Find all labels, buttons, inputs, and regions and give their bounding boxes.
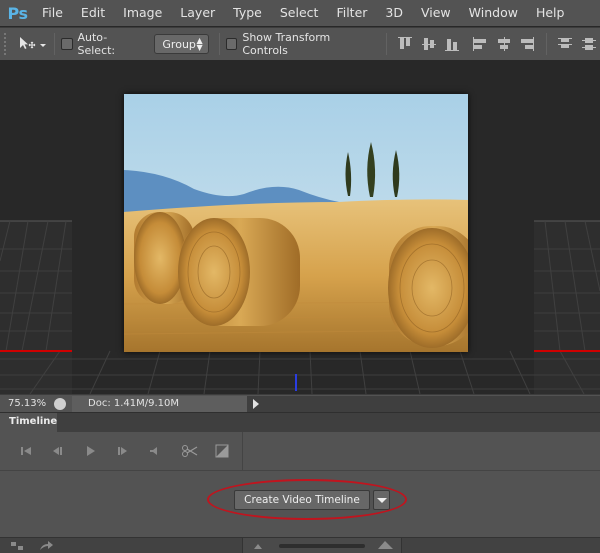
panel-grip[interactable] <box>4 33 10 55</box>
status-menu-arrow-icon[interactable] <box>253 398 259 409</box>
menu-window[interactable]: Window <box>460 0 527 26</box>
go-to-first-frame-icon[interactable] <box>10 441 42 461</box>
auto-select-value: Group <box>162 37 196 51</box>
render-video-arrow-icon[interactable] <box>38 540 54 552</box>
distribute-top-edges-icon[interactable] <box>556 35 573 53</box>
menu-view[interactable]: View <box>412 0 460 26</box>
menu-help[interactable]: Help <box>527 0 574 26</box>
timeline-zoom-control[interactable] <box>242 538 402 553</box>
move-tool-preset-icon[interactable] <box>16 33 48 55</box>
align-vertical-centers-icon[interactable] <box>420 35 437 53</box>
timeline-track-area-header <box>242 432 600 470</box>
previous-frame-icon[interactable] <box>42 441 74 461</box>
play-icon[interactable] <box>74 441 106 461</box>
distribute-vertical-centers-icon[interactable] <box>580 35 597 53</box>
timeline-footer <box>0 537 600 553</box>
options-bar: Auto-Select: Group ▲ ▼ Show Transform Con… <box>0 27 600 60</box>
red-highlight-annotation <box>207 479 407 520</box>
next-frame-icon[interactable] <box>106 441 138 461</box>
zoom-in-mountain-icon[interactable] <box>377 540 395 550</box>
photoshop-logo: Ps <box>7 3 28 23</box>
show-transform-checkbox[interactable] <box>225 38 238 50</box>
convert-to-frame-animation-icon[interactable] <box>10 540 24 552</box>
auto-select-label: Auto-Select: <box>77 31 116 57</box>
auto-select-dropdown[interactable]: Group ▲ ▼ <box>154 34 209 54</box>
timeline-tab-strip: Timeline <box>0 413 600 432</box>
menu-file[interactable]: File <box>33 0 72 26</box>
menu-edit[interactable]: Edit <box>72 0 114 26</box>
align-right-edges-icon[interactable] <box>518 35 535 53</box>
document-status-bar: 75.13% Doc: 1.41M/9.10M <box>0 394 600 412</box>
dropdown-arrows-icon: ▲ ▼ <box>196 36 203 52</box>
toolbar-separator <box>53 33 55 55</box>
tab-timeline[interactable]: Timeline <box>0 413 57 432</box>
timeline-divider <box>0 470 600 471</box>
zoom-out-mountain-icon[interactable] <box>253 542 265 550</box>
menu-image[interactable]: Image <box>114 0 171 26</box>
status-bar-menu[interactable] <box>247 395 600 412</box>
document-image-hay-bales[interactable] <box>124 94 468 352</box>
zoom-menu-icon[interactable] <box>54 397 66 410</box>
split-at-playhead-scissors-icon[interactable] <box>174 441 206 461</box>
zoom-level-field[interactable]: 75.13% <box>0 396 48 412</box>
audio-icon[interactable] <box>138 441 170 461</box>
align-bottom-edges-icon[interactable] <box>443 35 460 53</box>
align-left-edges-icon[interactable] <box>471 35 488 53</box>
show-transform-label: Show Transform Controls <box>242 31 331 57</box>
align-horizontal-centers-icon[interactable] <box>495 35 512 53</box>
timeline-zoom-slider[interactable] <box>279 544 365 548</box>
toolbar-separator <box>546 33 548 55</box>
transition-icon[interactable] <box>206 441 238 461</box>
menu-layer[interactable]: Layer <box>171 0 224 26</box>
menu-filter[interactable]: Filter <box>327 0 376 26</box>
document-canvas-area[interactable] <box>0 61 600 394</box>
toolbar-separator <box>218 33 220 55</box>
menu-type[interactable]: Type <box>224 0 271 26</box>
menu-bar: Ps File Edit Image Layer Type Select Fil… <box>0 0 600 26</box>
menu-select[interactable]: Select <box>271 0 328 26</box>
timeline-playback-controls <box>0 432 242 470</box>
menu-3d[interactable]: 3D <box>376 0 412 26</box>
document-size-info: Doc: 1.41M/9.10M <box>72 395 247 412</box>
timeline-panel: Timeline Create Video Timeline <box>0 412 600 553</box>
auto-select-checkbox[interactable] <box>60 38 73 50</box>
align-top-edges-icon[interactable] <box>396 35 413 53</box>
toolbar-separator <box>386 33 388 55</box>
